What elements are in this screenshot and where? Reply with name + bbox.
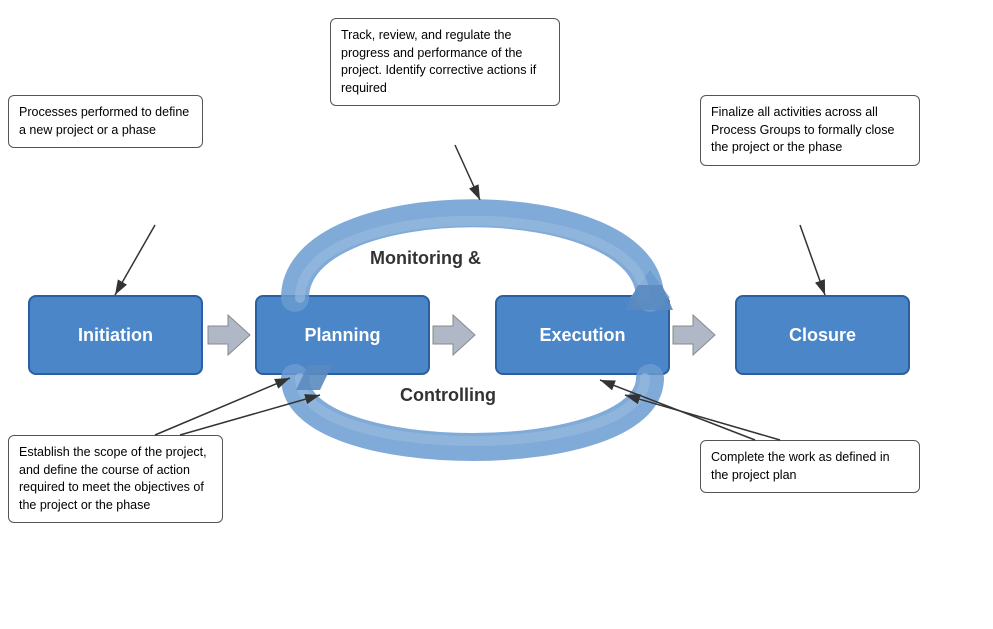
arrow-execution-closure <box>673 315 715 355</box>
diagram-container: Processes performed to define a new proj… <box>0 0 993 629</box>
arrow-planning-execution <box>433 315 475 355</box>
arrow-initiation-planning <box>208 315 250 355</box>
controlling-arc <box>295 365 650 447</box>
line-callout-monitoring <box>455 145 480 200</box>
line-callout-execution-2 <box>625 395 780 440</box>
line-callout-initiation <box>115 225 155 295</box>
monitoring-arc <box>295 213 673 310</box>
arrows-svg <box>0 0 993 629</box>
line-callout-planning-1 <box>155 378 290 435</box>
line-callout-closure <box>800 225 825 295</box>
